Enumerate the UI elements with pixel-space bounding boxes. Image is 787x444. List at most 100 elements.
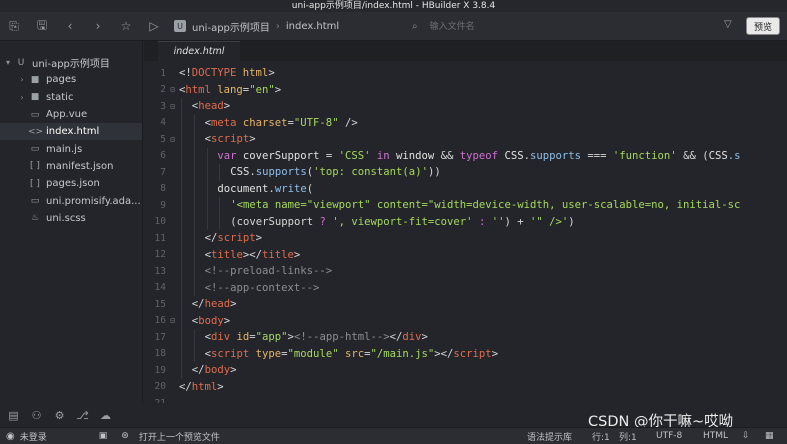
line-number: 3: [160, 100, 166, 112]
user-icon[interactable]: ◉: [6, 431, 15, 442]
cursor-column: 列:1: [619, 432, 637, 443]
cloud-icon[interactable]: ☁: [94, 409, 117, 422]
code-line: 12 <title></title>: [144, 246, 787, 263]
sidebar-item-uni-scss[interactable]: ♨ uni.scss: [0, 210, 142, 227]
expand-arrow-icon[interactable]: ›: [16, 93, 28, 102]
sidebar-item-static[interactable]: › ■ static: [0, 89, 142, 106]
sidebar-item-uni-promisify-ada[interactable]: ▭ uni.promisify.ada...: [0, 192, 142, 209]
code-token: window: [396, 149, 441, 162]
login-status[interactable]: 未登录: [20, 430, 47, 443]
indent-guide: [181, 279, 182, 296]
code-token: <!: [179, 67, 192, 80]
code-token: </: [204, 232, 218, 245]
indent-guide: [181, 329, 182, 346]
indent-guide: [181, 296, 182, 313]
notification-icon[interactable]: ▦: [765, 431, 774, 441]
indent-guide: [181, 230, 182, 247]
code-text: (coverSupport ? ', viewport-fit=cover' :…: [179, 215, 574, 228]
indent-guide: [193, 131, 195, 148]
save-icon[interactable]: 🖫: [28, 12, 56, 41]
line-number: 21: [144, 398, 166, 403]
file-language[interactable]: HTML: [703, 431, 728, 441]
line-number: 9: [160, 199, 166, 211]
indent-guide: [181, 180, 182, 197]
indent-guide: [193, 329, 195, 346]
sidebar-item-app-vue[interactable]: ▭ App.vue: [0, 106, 142, 123]
status-bar: ◉ 未登录 ▣ ⊛ 打开上一个预览文件 语法提示库 行:1 列:1 UTF-8 …: [0, 427, 787, 444]
indent-guide: [219, 164, 221, 181]
code-token: body: [204, 364, 231, 377]
syntax-hint-library[interactable]: 语法提示库: [527, 430, 572, 443]
fold-toggle-icon[interactable]: ⊟: [166, 102, 179, 111]
code-line: 21: [144, 395, 787, 403]
code-token: write: [274, 182, 307, 195]
bookmark-icon[interactable]: ☆: [112, 12, 140, 41]
indent-guide: [206, 197, 208, 214]
code-line: 8 document.write(: [144, 180, 787, 197]
code-token: <!--preload-links-->: [204, 265, 333, 278]
code-token: (coverSupport: [230, 215, 320, 228]
preview-button[interactable]: 预览: [746, 17, 780, 35]
plugins-icon[interactable]: ⚇: [25, 409, 48, 422]
code-text: </html>: [179, 381, 224, 393]
run-icon[interactable]: ▷: [140, 12, 168, 41]
fold-toggle-icon[interactable]: ⊟: [166, 135, 179, 144]
preview-history-icon[interactable]: ⊛: [121, 431, 129, 441]
fold-toggle-icon[interactable]: ⊟: [166, 85, 179, 94]
terminal-icon[interactable]: ▣: [99, 431, 108, 441]
code-editor[interactable]: 1 <!DOCTYPE html> 2 ⊟ <html lang="en"> 3 ⊟ <hea…: [144, 61, 787, 403]
code-token: head: [198, 100, 224, 113]
sidebar-item-main-js[interactable]: ▭ main.js: [0, 140, 142, 157]
code-line: 6 var coverSupport = 'CSS' in window && t…: [144, 147, 787, 164]
indent-guide: [181, 312, 182, 329]
html-file-icon: <>: [28, 126, 44, 137]
explorer-icon[interactable]: ▤: [2, 409, 25, 422]
sidebar-item-pages[interactable]: › ■ pages: [0, 71, 142, 88]
code-token: :: [472, 215, 492, 228]
forward-icon[interactable]: ›: [84, 12, 112, 41]
file-search-input[interactable]: [423, 18, 742, 35]
indent-guide: [193, 279, 195, 296]
filter-icon[interactable]: ▽: [724, 19, 732, 30]
line-number: 10: [154, 216, 166, 228]
sidebar-item-manifest-json[interactable]: [ ] manifest.json: [0, 158, 142, 175]
line-number: 15: [154, 298, 166, 310]
code-token: >: [255, 232, 263, 245]
sidebar-item-uni-app[interactable]: ▾ Uuni-app示例项目: [0, 54, 142, 71]
code-text: <body>: [179, 315, 230, 327]
code-token: &&: [440, 149, 460, 162]
new-file-icon[interactable]: ⎘: [0, 12, 28, 41]
line-number: 19: [154, 364, 166, 376]
code-line: 9 '<meta name="viewport" content="width=d…: [144, 197, 787, 214]
code-text: <!DOCTYPE html>: [179, 67, 275, 79]
indent-guide: [193, 246, 195, 263]
expand-arrow-icon[interactable]: ▾: [2, 58, 14, 67]
git-icon[interactable]: ⎇: [71, 409, 94, 422]
folder-icon: ■: [30, 92, 40, 103]
sidebar-item-label: App.vue: [46, 109, 88, 121]
fold-toggle-icon[interactable]: ⊟: [166, 316, 179, 325]
debug-icon[interactable]: ⚙: [48, 409, 71, 422]
sidebar-item-index-html[interactable]: <> index.html: [0, 123, 142, 141]
code-token: <!--app-context-->: [204, 281, 320, 294]
file-search: ⌕: [412, 17, 742, 36]
breadcrumb-file[interactable]: index.html: [286, 21, 339, 32]
line-number: 1: [160, 67, 166, 79]
line-number: 7: [160, 166, 166, 178]
breadcrumb-project[interactable]: uni-app示例项目: [192, 19, 270, 34]
back-icon[interactable]: ‹: [56, 12, 84, 41]
download-icon[interactable]: ⇩: [742, 431, 750, 441]
file-encoding[interactable]: UTF-8: [656, 431, 682, 441]
code-token: <!--app-html-->: [293, 331, 390, 344]
expand-arrow-icon[interactable]: ›: [16, 75, 28, 84]
indent-guide: [219, 197, 221, 214]
indent-guide: [206, 180, 208, 197]
code-token: >: [230, 298, 237, 311]
code-token: />: [338, 116, 358, 129]
line-number: 4: [160, 117, 166, 129]
sidebar-item-label: main.js: [46, 143, 83, 155]
code-token: html: [191, 380, 218, 393]
sidebar-item-pages-json[interactable]: [ ] pages.json: [0, 175, 142, 192]
code-token: 'CSS': [338, 149, 371, 162]
tab-index-html[interactable]: index.html: [158, 41, 240, 61]
